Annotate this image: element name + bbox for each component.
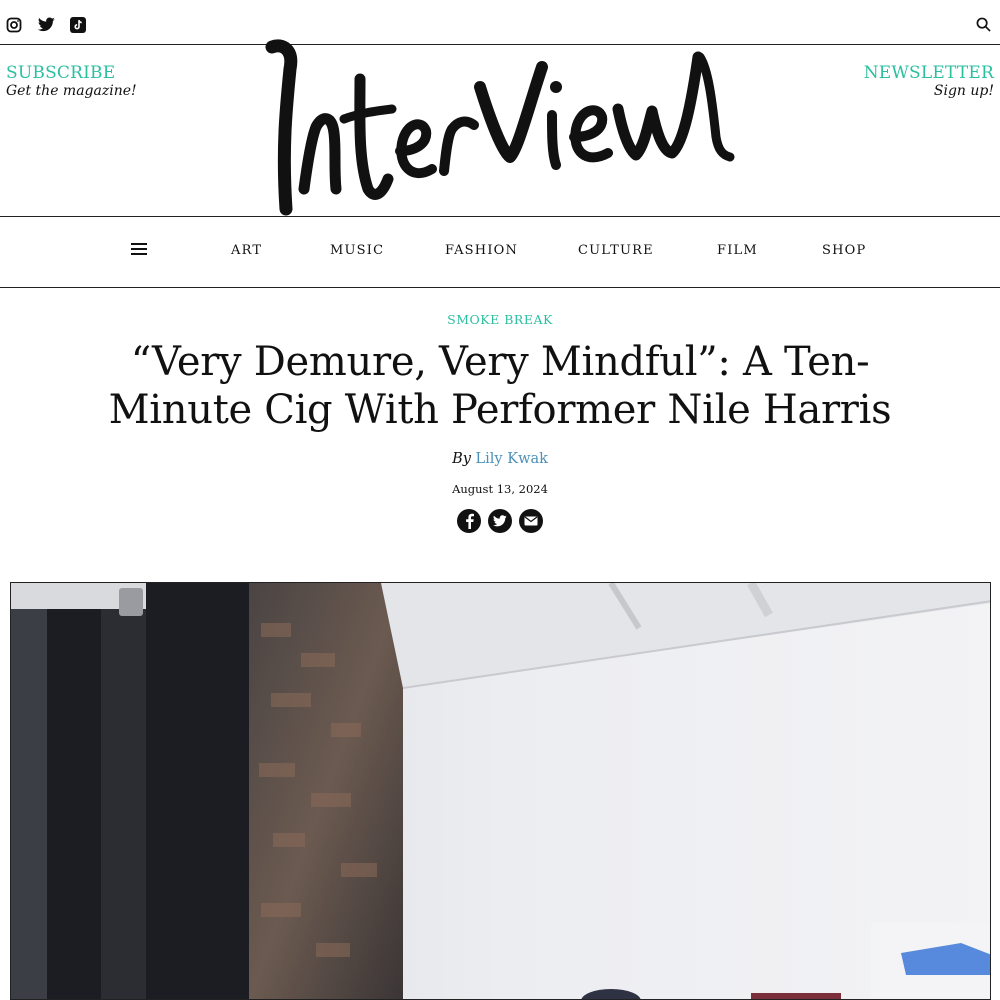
facebook-icon[interactable] xyxy=(457,509,481,533)
nav-item-art[interactable]: ART xyxy=(231,243,262,258)
nav-item-culture[interactable]: CULTURE xyxy=(578,243,654,258)
instagram-icon[interactable] xyxy=(6,17,24,35)
nav-item-shop[interactable]: SHOP xyxy=(822,243,866,258)
newsletter-subtext: Sign up! xyxy=(933,83,994,99)
subscribe-subtext: Get the magazine! xyxy=(6,83,137,99)
nav-item-music[interactable]: MUSIC xyxy=(330,243,384,258)
byline: By Lily Kwak xyxy=(0,451,1000,467)
share-buttons xyxy=(457,509,543,533)
newsletter-promo[interactable]: NEWSLETTER Sign up! xyxy=(864,64,994,100)
newsletter-link[interactable]: NEWSLETTER xyxy=(864,64,994,82)
subscribe-link[interactable]: SUBSCRIBE xyxy=(6,64,137,82)
hamburger-icon[interactable] xyxy=(131,243,147,257)
nav-item-fashion[interactable]: FASHION xyxy=(445,243,518,258)
main-nav: ART MUSIC FASHION CULTURE FILM SHOP xyxy=(0,218,1000,288)
nav-item-film[interactable]: FILM xyxy=(717,243,758,258)
twitter-share-icon[interactable] xyxy=(488,509,512,533)
search-icon[interactable] xyxy=(976,17,992,33)
publish-date: August 13, 2024 xyxy=(452,482,548,496)
interview-logo[interactable] xyxy=(260,39,740,217)
twitter-icon[interactable] xyxy=(37,17,56,35)
author-link[interactable]: Lily Kwak xyxy=(476,451,548,467)
email-icon[interactable] xyxy=(519,509,543,533)
masthead: SUBSCRIBE Get the magazine! NEWSLETTER S… xyxy=(0,39,1000,217)
subscribe-promo[interactable]: SUBSCRIBE Get the magazine! xyxy=(6,64,137,100)
tiktok-icon[interactable] xyxy=(70,17,88,35)
byline-prefix: By xyxy=(452,451,471,467)
article-category[interactable]: SMOKE BREAK xyxy=(0,312,1000,327)
article-headline: “Very Demure, Very Mindful”: A Ten-Minut… xyxy=(108,339,892,433)
hero-photo xyxy=(10,582,991,1000)
social-links xyxy=(6,17,88,35)
